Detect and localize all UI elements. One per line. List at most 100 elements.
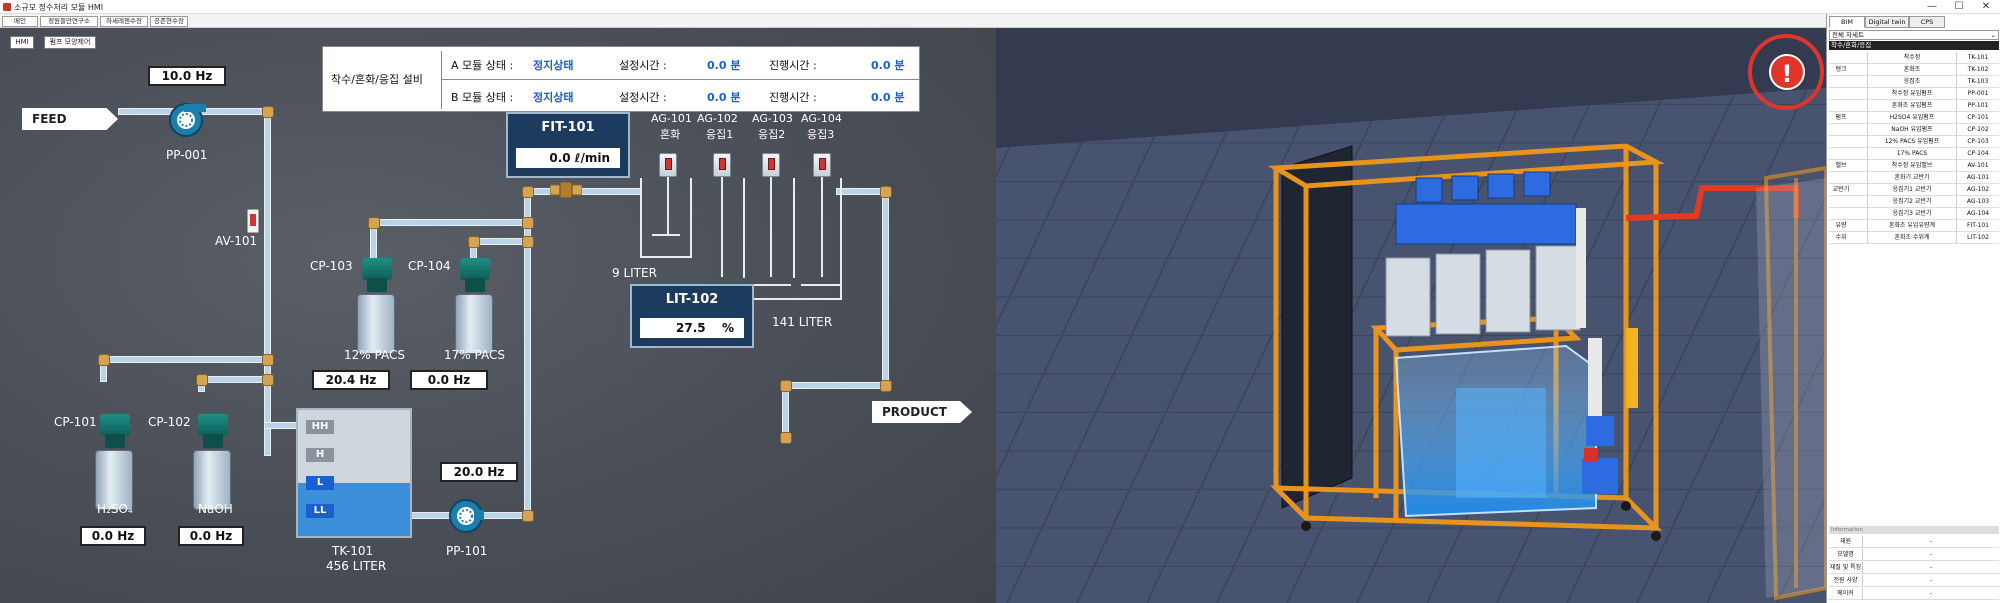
pipe-joint xyxy=(522,236,534,248)
equipment-name: 착수정 xyxy=(1867,52,1957,64)
b-module-label: B 모듈 상태 : xyxy=(451,91,514,104)
equipment-code: AG-104 xyxy=(1966,210,1990,217)
ag101-name: 혼화 xyxy=(660,128,681,141)
tree-header[interactable]: 착수/혼화/응집 xyxy=(1829,41,1999,50)
ag103-tag: AG-103 xyxy=(752,112,793,125)
cp102-frequency: 0.0 Hz xyxy=(178,526,244,546)
pipe-joint xyxy=(262,106,274,118)
equipment-group: 밸브 xyxy=(1835,162,1847,169)
equipment-code: TK-101 xyxy=(1967,54,1989,61)
pipe-joint xyxy=(880,380,892,392)
level-ll-tag: LL xyxy=(306,504,334,518)
equipment-row[interactable]: 응집조 TK-103 xyxy=(1829,76,1999,88)
ag103-name: 응집2 xyxy=(758,128,786,141)
pp001-pump-icon[interactable] xyxy=(168,100,208,140)
minimize-button[interactable]: — xyxy=(1919,0,1945,14)
equipment-code: AG-101 xyxy=(1966,174,1990,181)
floc-volume: 141 LITER xyxy=(772,315,833,329)
feed-arrow: FEED xyxy=(22,108,118,130)
equipment-group: 수위 xyxy=(1835,234,1847,241)
equipment-row[interactable]: 수위 혼화조 수위계 LIT-102 xyxy=(1829,232,1999,244)
ag102-name: 응집1 xyxy=(706,128,734,141)
menu-main[interactable]: 메인 xyxy=(2,16,38,27)
av101-valve-icon[interactable] xyxy=(246,208,260,234)
equipment-row[interactable]: 탱크 혼화조 TK-102 xyxy=(1829,64,1999,76)
pp001-label: PP-001 xyxy=(166,148,208,162)
tab-digital-twin[interactable]: Digital twin xyxy=(1865,16,1909,28)
alarm-icon[interactable]: ! xyxy=(1769,54,1805,90)
information-row: 전원 사양 - xyxy=(1829,575,1999,587)
3d-scene xyxy=(996,28,1826,603)
equipment-row[interactable]: 펌프 H2SO4 유입펌프 CP-101 xyxy=(1829,112,1999,124)
window-title: 소규모 정수처리 모듈 HMI xyxy=(14,3,104,12)
ag103-motor-icon[interactable] xyxy=(762,153,780,177)
ag104-shaft xyxy=(821,177,823,277)
menu-item-4[interactable]: 공존현수장 xyxy=(150,16,188,27)
maximize-button[interactable]: ☐ xyxy=(1946,0,1972,14)
tab-bim[interactable]: BIM xyxy=(1829,16,1865,28)
app-icon xyxy=(3,3,11,11)
cp104-pump-icon[interactable] xyxy=(460,258,490,280)
equipment-name: 혼화조 유입펌프 xyxy=(1867,100,1957,112)
equipment-name: 응집조 xyxy=(1867,76,1957,88)
ag104-name: 응집3 xyxy=(807,128,835,141)
a-module-state: 정지상태 xyxy=(533,59,574,72)
floc-tank xyxy=(692,178,842,300)
equipment-code: TK-103 xyxy=(1967,78,1989,85)
tab-cps[interactable]: CPS xyxy=(1909,16,1945,28)
equipment-code: AV-101 xyxy=(1967,162,1989,169)
pipe xyxy=(882,188,889,388)
cp101-pump-icon[interactable] xyxy=(100,414,130,436)
close-button[interactable]: ✕ xyxy=(1973,0,1999,14)
pump-control-button[interactable]: 펌프 모양제어 xyxy=(44,36,96,49)
pp101-frequency: 20.0 Hz xyxy=(440,462,518,482)
equipment-dropdown[interactable]: 전체 차세트 ⌄ xyxy=(1829,30,1999,40)
equipment-row[interactable]: 응집기3 교반기 AG-104 xyxy=(1829,208,1999,220)
window-titlebar: 소규모 정수처리 모듈 HMI — ☐ ✕ xyxy=(0,0,2000,14)
cp104-pump-head xyxy=(465,278,485,292)
equipment-name: 혼화기 교반기 xyxy=(1867,172,1957,184)
ag102-shaft xyxy=(721,177,723,277)
fit101-box: FIT-101 0.0 ℓ/min xyxy=(506,112,630,178)
equipment-row[interactable]: NaOH 유입펌프 CP-102 xyxy=(1829,124,1999,136)
menu-item-3[interactable]: 하세레젠수장 xyxy=(100,16,148,27)
hmi-button[interactable]: HMI xyxy=(10,36,34,49)
pipe-joint xyxy=(98,354,110,366)
b-set-time: 0.0 분 xyxy=(707,91,741,104)
pipe xyxy=(370,219,530,226)
floc-divider xyxy=(793,178,795,278)
ag104-motor-icon[interactable] xyxy=(813,153,831,177)
cp103-pump-icon[interactable] xyxy=(362,258,392,280)
equipment-group: 탱크 xyxy=(1835,66,1847,73)
ag101-motor-icon[interactable] xyxy=(659,153,677,177)
equipment-row[interactable]: 혼화조 유입펌프 PP-101 xyxy=(1829,100,1999,112)
equipment-row[interactable]: 17% PACS CP-104 xyxy=(1829,148,1999,160)
equipment-row[interactable]: 혼화기 교반기 AG-101 xyxy=(1829,172,1999,184)
equipment-row[interactable]: 착수정 유입펌프 PP-001 xyxy=(1829,88,1999,100)
pipe xyxy=(100,356,270,363)
cp102-pump-icon[interactable] xyxy=(198,414,228,436)
equipment-row[interactable]: 착수정 TK-101 xyxy=(1829,52,1999,64)
equipment-name: 혼화조 수위계 xyxy=(1867,232,1957,244)
divider xyxy=(441,79,919,80)
pipe xyxy=(264,422,300,429)
equipment-row[interactable]: 밸브 착수정 유입밸브 AV-101 xyxy=(1829,160,1999,172)
equipment-name: 착수정 유입펌프 xyxy=(1867,88,1957,100)
equipment-row[interactable]: 교반기 응집기1 교반기 AG-102 xyxy=(1829,184,1999,196)
ag104-tag: AG-104 xyxy=(801,112,842,125)
digital-twin-3d-view[interactable]: ! xyxy=(996,28,1826,603)
equipment-row[interactable]: 유량 혼화조 유입유량계 FIT-101 xyxy=(1829,220,1999,232)
pp101-pump-icon[interactable] xyxy=(446,496,486,536)
equipment-group: 유량 xyxy=(1835,222,1847,229)
equipment-code: AG-102 xyxy=(1966,186,1990,193)
information-value: - xyxy=(1929,551,1933,558)
b-run-time-label: 진행시간 : xyxy=(769,91,817,104)
equipment-row[interactable]: 응집기2 교반기 AG-103 xyxy=(1829,196,1999,208)
menu-item-2[interactable]: 정원들만연구소 xyxy=(40,16,98,27)
ag102-motor-icon[interactable] xyxy=(713,153,731,177)
mix-volume: 9 LITER xyxy=(612,266,657,280)
equipment-row[interactable]: 12% PACS 유입펌프 CP-103 xyxy=(1829,136,1999,148)
chevron-down-icon: ⌄ xyxy=(1990,31,1996,39)
information-row: 재원 - xyxy=(1829,536,1999,548)
pipe xyxy=(524,188,642,195)
